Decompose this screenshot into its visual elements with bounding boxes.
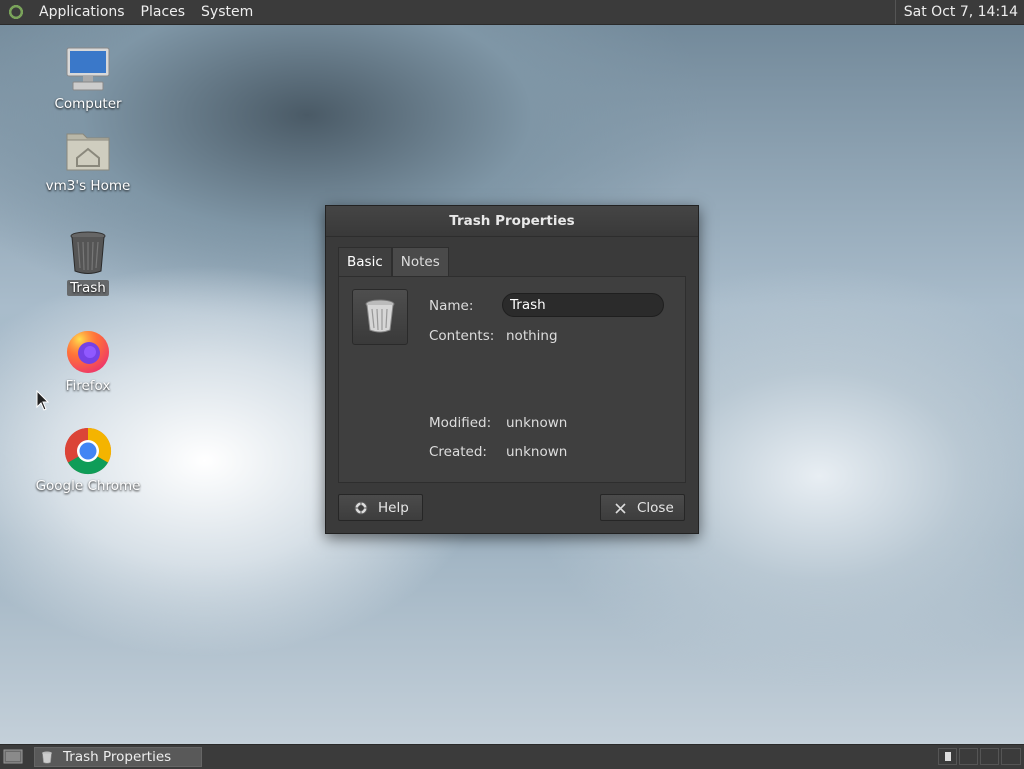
chrome-icon: [64, 427, 112, 475]
close-button-label: Close: [637, 500, 674, 516]
distro-logo-icon[interactable]: [7, 3, 25, 21]
desktop-icon-trash[interactable]: Trash: [28, 228, 148, 296]
name-field[interactable]: [502, 293, 664, 317]
firefox-icon: [67, 331, 109, 373]
desktop-icon-home[interactable]: vm3's Home: [28, 126, 148, 194]
contents-value: nothing: [506, 328, 558, 344]
trash-icon: [365, 299, 395, 333]
desktop-icon-computer[interactable]: Computer: [28, 44, 148, 112]
menu-system[interactable]: System: [193, 0, 261, 24]
help-button-label: Help: [378, 500, 409, 516]
basic-tab-panel: Name: Contents: nothing Modified: unknow…: [338, 276, 686, 483]
name-label: Name:: [429, 298, 474, 314]
trash-properties-dialog: Trash Properties Basic Notes Name: Conte…: [325, 205, 699, 534]
desktop-icon-label: Google Chrome: [35, 478, 141, 494]
desktop-icon-chrome[interactable]: Google Chrome: [28, 426, 148, 494]
menu-applications[interactable]: Applications: [31, 0, 133, 24]
modified-label: Modified:: [429, 415, 492, 431]
contents-label: Contents:: [429, 328, 495, 344]
taskbar-item-trash-properties[interactable]: Trash Properties: [34, 747, 202, 767]
close-icon: [615, 503, 626, 514]
created-value: unknown: [506, 444, 568, 460]
help-button[interactable]: Help: [338, 494, 423, 521]
trash-icon: [70, 231, 106, 274]
dialog-tabs: Basic Notes: [338, 247, 449, 276]
close-button[interactable]: Close: [600, 494, 685, 521]
trash-icon: [42, 751, 52, 764]
menu-places[interactable]: Places: [133, 0, 194, 24]
help-lifebuoy-icon: [354, 501, 368, 515]
workspace-1[interactable]: [938, 748, 957, 765]
dialog-titlebar[interactable]: Trash Properties: [326, 206, 698, 237]
tab-basic[interactable]: Basic: [338, 247, 392, 276]
desktop-icon-label: Trash: [67, 280, 109, 296]
desktop-icon-label: vm3's Home: [45, 178, 131, 194]
desktop-icon-label: Computer: [54, 96, 122, 112]
created-label: Created:: [429, 444, 487, 460]
home-folder-icon: [66, 133, 110, 171]
show-desktop-icon[interactable]: [3, 748, 23, 765]
bottom-panel: Trash Properties: [0, 744, 1024, 769]
trash-icon-button[interactable]: [352, 289, 408, 345]
workspace-2[interactable]: [959, 748, 978, 765]
modified-value: unknown: [506, 415, 568, 431]
taskbar-item-label: Trash Properties: [63, 749, 172, 765]
desktop-icon-label: Firefox: [65, 378, 111, 394]
computer-icon: [66, 47, 110, 91]
mouse-cursor-icon: [36, 390, 50, 411]
tab-notes[interactable]: Notes: [391, 247, 449, 276]
clock[interactable]: Sat Oct 7, 14:14: [894, 0, 1024, 24]
desktop-icon-firefox[interactable]: Firefox: [28, 326, 148, 394]
workspace-3[interactable]: [980, 748, 999, 765]
workspace-4[interactable]: [1001, 748, 1021, 765]
top-panel: Applications Places System Sat Oct 7, 14…: [0, 0, 1024, 25]
